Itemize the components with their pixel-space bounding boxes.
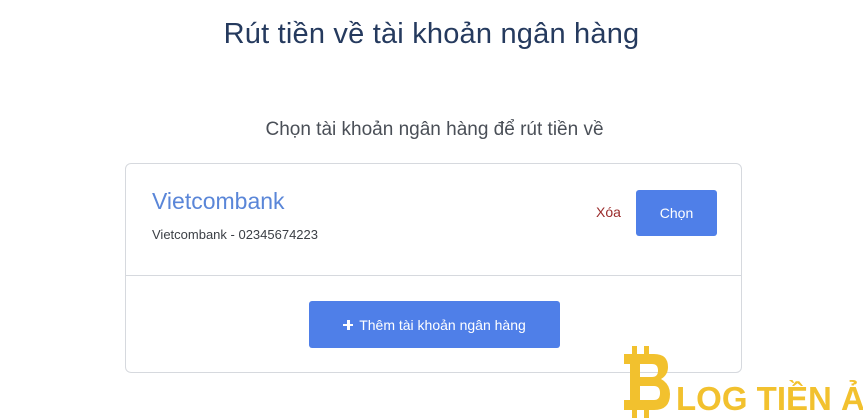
bank-account-card: Vietcombank Vietcombank - 02345674223 Xó… — [125, 163, 742, 373]
page-subtitle: Chọn tài khoản ngân hàng để rút tiền về — [265, 119, 604, 140]
withdraw-page: Rút tiền về tài khoản ngân hàng Chọn tài… — [0, 0, 863, 420]
add-bank-account-label: Thêm tài khoản ngân hàng — [359, 316, 526, 333]
bank-name: Vietcombank — [152, 188, 285, 214]
account-detail: Vietcombank - 02345674223 — [152, 227, 318, 242]
add-bank-account-button[interactable]: Thêm tài khoản ngân hàng — [309, 301, 560, 348]
choose-account-button[interactable]: Chọn — [636, 190, 717, 236]
page-title: Rút tiền về tài khoản ngân hàng — [223, 18, 640, 50]
blog-tien-ao-watermark: LOG TIỀN ẢO — [624, 346, 863, 418]
bank-account-item: Vietcombank Vietcombank - 02345674223 Xó… — [126, 164, 741, 276]
delete-account-link[interactable]: Xóa — [596, 204, 621, 220]
plus-icon — [343, 319, 354, 330]
bitcoin-b-icon — [624, 346, 670, 418]
watermark-text: LOG TIỀN ẢO — [676, 380, 863, 417]
